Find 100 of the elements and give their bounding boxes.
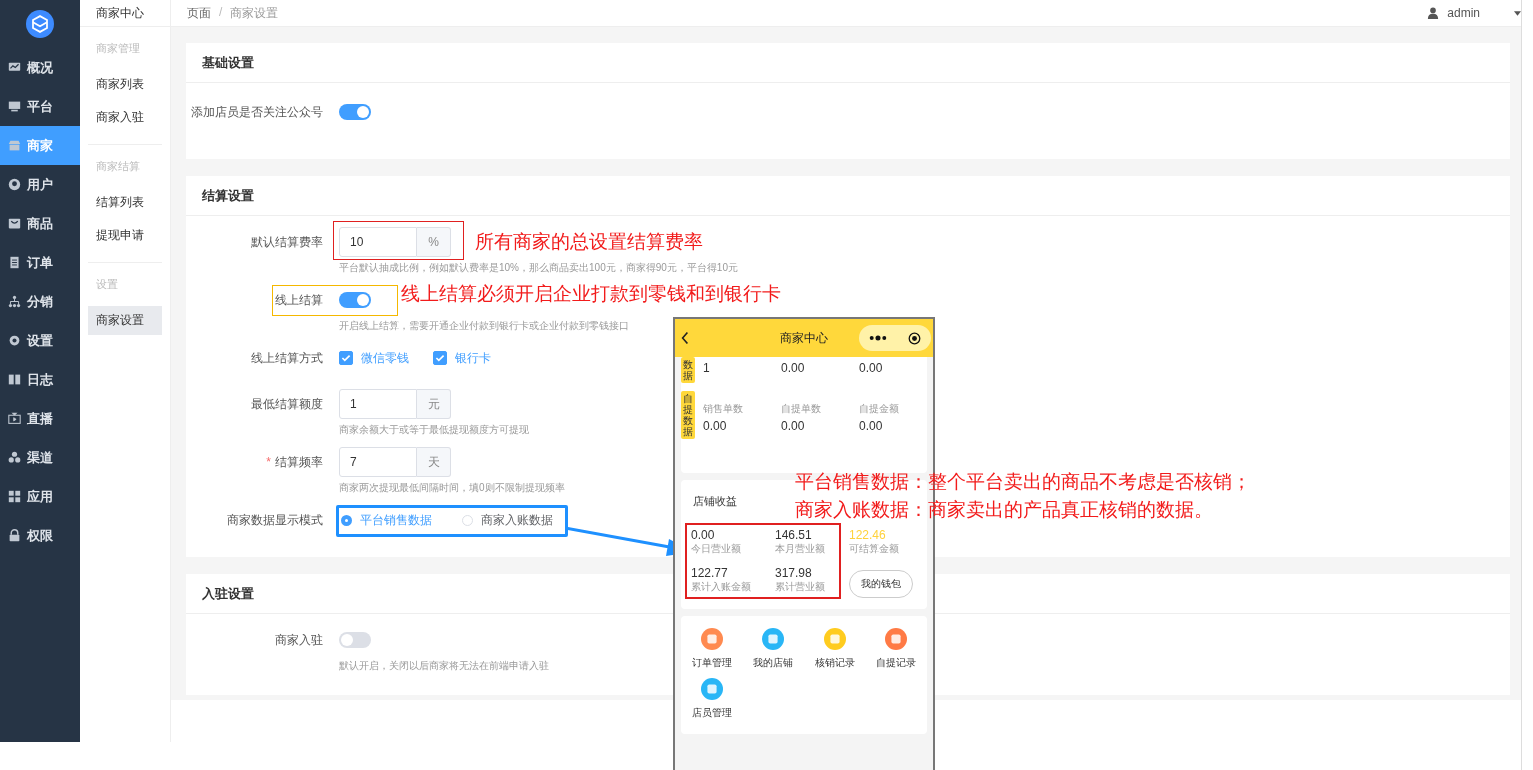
caret-icon[interactable] [1514,10,1521,16]
sidebar-item[interactable]: 订单 [0,243,80,282]
stat-label: 累计营业额 [775,580,826,594]
phone-title: 商家中心 [779,329,829,347]
checkbox[interactable] [433,351,447,365]
stat-label: 本月营业额 [775,542,826,556]
field-label: 添加店员是否关注公众号 [191,103,323,121]
submenu-item[interactable]: 商家列表 [88,70,162,99]
submenu-heading: 设置 [95,277,119,292]
back-icon[interactable] [681,331,689,345]
data-tag: 自提数据 [681,391,695,439]
capsule-button[interactable] [859,325,931,351]
field-label: 结算频率 [275,453,323,471]
sidebar-item[interactable]: 直播 [0,399,80,438]
clipboard-icon [8,256,21,269]
breadcrumb-item: 商家设置 [230,4,279,22]
shop-icon [8,139,21,152]
logo-icon [26,10,54,38]
field-label: 商家数据显示模式 [227,511,323,529]
input-field[interactable]: 1 [339,389,417,419]
submenu-item[interactable]: 结算列表 [88,188,162,217]
toggle-switch[interactable] [339,632,371,648]
user-name[interactable]: admin [1447,6,1480,20]
circle-icon [700,678,723,700]
sidebar-item[interactable]: 渠道 [0,438,80,477]
stat-value: 122.77 [691,566,729,580]
annotation-note: 所有商家的总设置结算费率 [475,230,703,254]
checkbox[interactable] [339,351,353,365]
stat-value: 317.98 [775,566,813,580]
toggle-switch[interactable] [339,292,371,308]
stat-value: 0.00 [781,418,806,433]
sidebar-item[interactable]: 日志 [0,360,80,399]
stat-value: 0.00 [703,418,728,433]
radio-label[interactable]: 商家入账数据 [481,511,553,529]
menu-tile[interactable]: 核销记录 [804,628,866,670]
menu-label: 店员管理 [691,706,732,720]
input-field[interactable]: 7 [339,447,417,477]
field-label: 线上结算 [275,291,323,309]
wallet-button[interactable]: 我的钱包 [849,570,913,598]
menu-label: 核销记录 [814,656,855,670]
circle-icon [885,628,908,650]
input-field[interactable]: 10 [339,227,417,257]
sidebar-item[interactable]: 平台 [0,87,80,126]
stat-label: 可结算金额 [849,542,900,556]
menu-tile[interactable]: 我的店铺 [742,628,804,670]
stat-value: 1 [703,361,711,375]
field-label: 默认结算费率 [251,233,323,251]
menu-tile[interactable]: 自提记录 [865,628,927,670]
field-hint: 开启线上结算，需要开通企业付款到银行卡或企业付款到零钱接口 [339,319,629,333]
cluster-icon [8,451,21,464]
submenu-item[interactable]: 商家入驻 [88,103,162,132]
earnings-title: 店铺收益 [693,494,738,509]
radio-button[interactable] [341,514,352,526]
stat-label: 销售单数 [703,401,744,416]
bag-icon [8,217,21,230]
submenu-heading: 商家结算 [95,159,141,174]
stat-value: 0.00 [859,361,884,375]
hierarchy-icon [8,295,21,308]
card-title: 入驻设置 [202,584,254,603]
target-icon[interactable] [907,331,921,345]
submenu-title: 商家中心 [80,0,170,27]
field-hint: 默认开启，关闭以后商家将无法在前端申请入驻 [339,659,549,673]
stat-value: 0.00 [781,361,806,375]
menu-label: 自提记录 [876,656,917,670]
sidebar-item[interactable]: 分销 [0,282,80,321]
sidebar-item[interactable]: 用户 [0,165,80,204]
field-hint: 商家余额大于或等于最低提现额度方可提现 [339,423,529,437]
more-icon[interactable] [869,335,888,341]
toggle-switch[interactable] [339,104,371,120]
data-tag: 数据 [681,357,695,383]
field-label: 线上结算方式 [251,349,323,367]
submenu-item[interactable]: 商家设置 [88,306,162,335]
circle-icon [700,628,723,650]
book-icon [8,373,21,386]
menu-tile[interactable]: 店员管理 [681,678,743,720]
submenu-item[interactable]: 提现申请 [88,221,162,250]
circle-icon [823,628,846,650]
tv-icon [8,412,21,425]
stat-label: 自提单数 [781,401,822,416]
sidebar-item[interactable]: 应用 [0,477,80,516]
annotation-note: 线上结算必须开启企业打款到零钱和到银行卡 [401,282,781,306]
chart-icon [8,61,21,74]
card-title: 结算设置 [202,186,254,205]
field-hint: 商家两次提现最低间隔时间，填0则不限制提现频率 [339,481,565,495]
breadcrumb-item[interactable]: 页面 [187,4,211,22]
unit-addon: % [417,227,451,257]
menu-tile[interactable]: 订单管理 [681,628,743,670]
sidebar-item[interactable]: 权限 [0,516,80,555]
lock-icon [8,529,21,542]
sidebar-item[interactable]: 概况 [0,48,80,87]
card-title: 基础设置 [202,53,254,72]
sidebar-item[interactable]: 设置 [0,321,80,360]
stat-label: 累计入账金额 [691,580,752,594]
stat-value: 0.00 [691,528,716,542]
required-mark: * [266,455,271,469]
unit-addon: 天 [417,447,451,477]
field-hint: 平台默认抽成比例，例如默认费率是10%，那么商品卖出100元，商家得90元，平台得10元 [339,261,738,275]
sidebar-item[interactable]: 商品 [0,204,80,243]
circle-icon [762,628,785,650]
submenu-heading: 商家管理 [95,41,141,56]
